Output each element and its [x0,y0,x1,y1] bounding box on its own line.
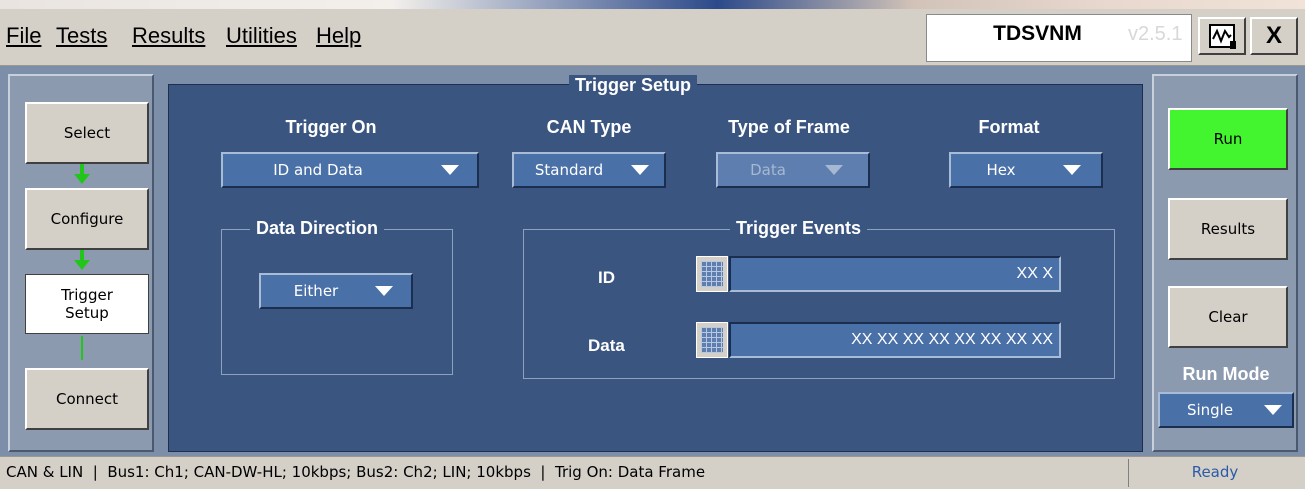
display-toggle-button[interactable] [1198,17,1246,55]
data-field[interactable]: XX XX XX XX XX XX XX XX [729,322,1061,358]
type-of-frame-label: Type of Frame [728,117,850,137]
close-icon: X [1265,22,1282,49]
nav-arrow-head-icon [74,174,90,184]
trigger-events-group: Trigger Events ID XX X Data XX XX XX XX … [523,218,1115,379]
nav-trigger-setup-button[interactable]: Trigger Setup [25,274,149,334]
waveform-icon [1209,24,1236,49]
chevron-down-icon [631,165,649,175]
chevron-down-icon [441,165,459,175]
close-button[interactable]: X [1250,17,1298,55]
nav-select-button[interactable]: Select [25,102,149,164]
chevron-down-icon [375,286,393,296]
trigger-setup-panel: Trigger Setup Trigger On ID and Data CAN… [168,75,1143,452]
format-dropdown[interactable]: Hex [949,152,1103,188]
id-label: ID [598,268,615,287]
id-field[interactable]: XX X [729,256,1061,292]
can-type-label: CAN Type [546,117,632,137]
chevron-down-icon [825,165,843,175]
menu-bar: File Tests Results Utilities Help TDSVNM… [0,9,1305,66]
app-name: TDSVNM [993,22,1082,45]
panel-title: Trigger Setup [569,75,698,96]
step-nav: Select Configure Trigger Setup Connect [8,74,154,452]
chevron-down-icon [1264,405,1282,415]
status-ready-box: Ready [1128,459,1300,487]
keypad-icon[interactable] [696,256,728,292]
menu-help[interactable]: Help [316,23,361,49]
trigger-on-dropdown[interactable]: ID and Data [221,152,479,188]
nav-arrow-dashed [81,336,83,360]
status-text: CAN & LIN | Bus1: Ch1; CAN-DW-HL; 10kbps… [6,463,706,481]
can-type-dropdown[interactable]: Standard [512,152,666,188]
keypad-icon[interactable] [696,322,728,358]
main-area: Select Configure Trigger Setup Connect T… [0,66,1305,456]
menu-results[interactable]: Results [132,23,205,49]
nav-configure-button[interactable]: Configure [25,188,149,250]
trigger-on-label: Trigger On [285,117,377,137]
chevron-down-icon [1063,165,1081,175]
title-strip [0,0,1305,9]
format-label: Format [978,117,1040,137]
run-button[interactable]: Run [1168,108,1288,170]
data-direction-title: Data Direction [250,218,385,239]
status-bar: CAN & LIN | Bus1: Ch1; CAN-DW-HL; 10kbps… [0,456,1305,489]
run-mode-label: Run Mode [1182,364,1270,384]
menu-utilities[interactable]: Utilities [226,23,297,49]
menu-tests[interactable]: Tests [56,23,107,49]
nav-arrow-head-icon [74,260,90,270]
run-control-panel: Run Results Clear Run Mode Single [1152,74,1298,452]
data-direction-dropdown[interactable]: Either [259,273,413,309]
run-mode-dropdown[interactable]: Single [1158,392,1294,428]
menu-file[interactable]: File [6,23,41,49]
results-button[interactable]: Results [1168,198,1288,260]
status-ready: Ready [1191,463,1239,481]
clear-button[interactable]: Clear [1168,286,1288,348]
data-direction-group: Data Direction Either [221,218,453,375]
app-version-faded: v2.5.1 [1128,23,1183,45]
type-of-frame-dropdown[interactable]: Data [716,152,870,188]
nav-connect-button[interactable]: Connect [25,368,149,430]
trigger-events-title: Trigger Events [730,218,868,239]
data-label: Data [588,336,625,355]
